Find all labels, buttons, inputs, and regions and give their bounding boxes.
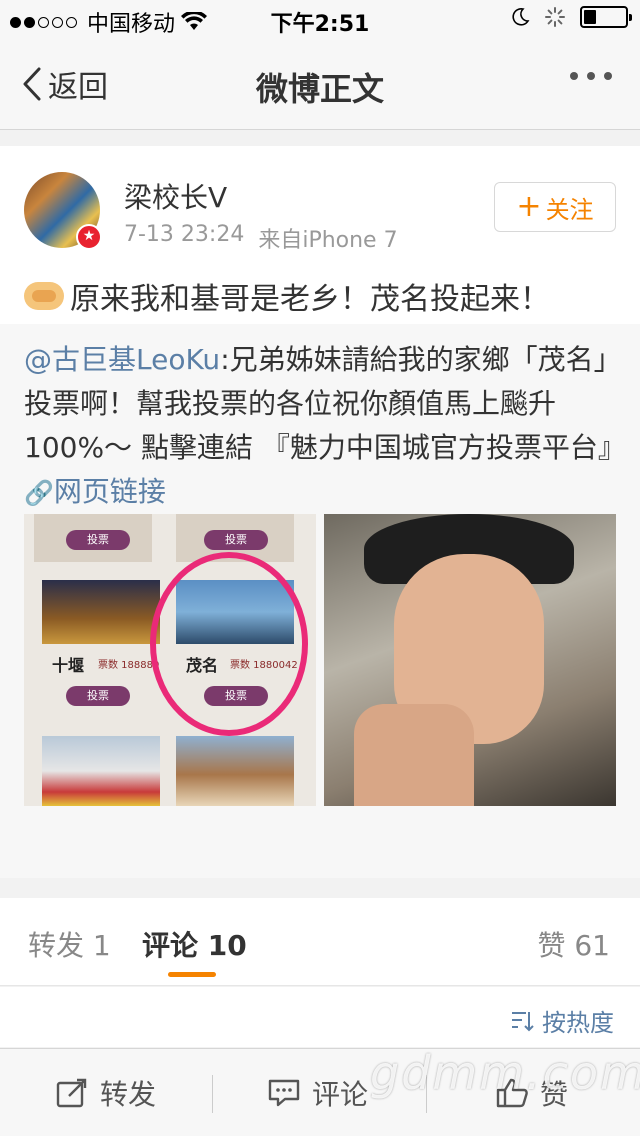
verified-badge-icon: ★ — [76, 224, 102, 250]
status-bar: 中国移动 下午2:51 — [0, 0, 640, 40]
watermark: gdmm.com — [370, 1046, 640, 1100]
vote-button: 投票 — [66, 686, 130, 706]
more-dot — [604, 72, 612, 80]
toolbar-repost-button[interactable]: 转发 — [56, 1073, 156, 1113]
share-icon — [56, 1078, 87, 1108]
highlight-circle — [150, 552, 308, 736]
tab-comments[interactable]: 评论 10 — [142, 924, 247, 964]
tile-bottom-left — [42, 736, 160, 806]
plus-icon: + — [516, 189, 542, 224]
more-options-icon[interactable] — [570, 72, 612, 80]
page-title: 微博正文 — [255, 70, 384, 108]
post-card: ★ 梁校长V 7-13 23:24 来自iPhone 7 + 关注 原来我和基哥… — [0, 146, 640, 1041]
nav-bar: 返回 微博正文 — [0, 40, 640, 130]
comment-icon — [268, 1079, 300, 1107]
sort-label: 按热度 — [542, 1009, 614, 1037]
post-text: 原来我和基哥是老乡！茂名投起来！ — [24, 274, 550, 318]
more-dot — [570, 72, 578, 80]
link-icon: 🔗 — [24, 479, 54, 507]
vote-button: 投票 — [204, 530, 268, 550]
repost-text: @古巨基LeoKu:兄弟姊妹請給我的家鄉「茂名」投票啊！幫我投票的各位祝你顏值馬… — [24, 338, 626, 515]
post-source: 来自iPhone 7 — [258, 228, 398, 253]
loading-icon — [545, 7, 565, 27]
tile-bottom-right — [176, 736, 294, 806]
vote-button: 投票 — [66, 530, 130, 550]
sort-button[interactable]: 按热度 — [510, 1003, 614, 1038]
follow-label: 关注 — [545, 195, 594, 224]
toolbar-divider — [212, 1075, 213, 1113]
sort-icon — [512, 1011, 534, 1031]
post-image-voting[interactable]: 投票 投票 十堰 票数 188880 投票 茂名 票数 1880042 投票 — [24, 514, 316, 806]
detail-tabs: 转发 1 评论 10 赞 61 — [0, 898, 640, 986]
handshake-icon — [24, 282, 64, 310]
toolbar-repost-label: 转发 — [100, 1078, 157, 1111]
active-tab-indicator — [168, 972, 216, 977]
thumbs-up-shape — [354, 704, 474, 806]
post-image-selfie[interactable] — [324, 514, 616, 806]
tab-likes[interactable]: 赞 61 — [537, 924, 610, 964]
moon-icon — [512, 8, 530, 26]
web-link-label: 网页链接 — [53, 475, 166, 508]
follow-button[interactable]: + 关注 — [494, 182, 616, 232]
city-shiyan: 十堰 — [52, 656, 85, 675]
battery-level — [584, 10, 596, 24]
toolbar-comment-button[interactable]: 评论 — [268, 1073, 368, 1113]
post-body: 原来我和基哥是老乡！茂名投起来！ — [70, 282, 550, 317]
post-meta: 7-13 23:24 来自iPhone 7 — [124, 222, 398, 254]
tab-repost[interactable]: 转发 1 — [28, 924, 111, 964]
repost-block[interactable]: @古巨基LeoKu:兄弟姊妹請給我的家鄉「茂名」投票啊！幫我投票的各位祝你顏值馬… — [0, 324, 640, 1041]
user-name[interactable]: 梁校长V — [124, 176, 227, 216]
tile-shiyan — [42, 580, 160, 644]
mention-link[interactable]: @古巨基LeoKu — [24, 343, 220, 376]
post-time: 7-13 23:24 — [124, 222, 245, 247]
more-dot — [587, 72, 595, 80]
battery-icon — [580, 6, 632, 28]
toolbar-comment-label: 评论 — [312, 1078, 369, 1111]
web-link[interactable]: 🔗网页链接 — [24, 475, 166, 508]
status-right — [510, 6, 632, 28]
sort-bar: 按热度 — [0, 987, 640, 1047]
